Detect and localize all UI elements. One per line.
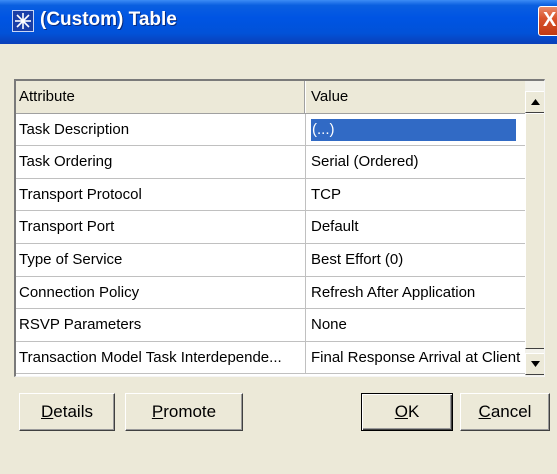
column-header-value[interactable]: Value xyxy=(306,81,525,113)
table-row[interactable]: Transport Protocol TCP xyxy=(16,178,525,212)
table-row[interactable]: Transaction Model Task Interdepende... F… xyxy=(16,341,525,375)
window-title: (Custom) Table xyxy=(40,9,177,30)
attribute-cell: Transport Protocol xyxy=(16,178,306,211)
promote-mnemonic: P xyxy=(151,402,164,421)
value-cell[interactable]: TCP xyxy=(306,179,525,211)
table-row[interactable]: Transport Port Default xyxy=(16,211,525,244)
table-row[interactable]: Connection Policy Refresh After Applicat… xyxy=(16,276,525,310)
scroll-down-button[interactable] xyxy=(525,353,544,375)
attribute-cell: Type of Service xyxy=(16,243,306,276)
value-cell[interactable]: Default xyxy=(306,211,525,243)
scroll-thumb[interactable] xyxy=(525,113,544,349)
cancel-mnemonic: C xyxy=(478,402,491,421)
value-cell[interactable]: Best Effort (0) xyxy=(306,244,525,276)
table-row[interactable]: Task Ordering Serial (Ordered) xyxy=(16,146,525,179)
attribute-cell: Task Ordering xyxy=(16,146,306,178)
promote-label: romote xyxy=(163,402,217,421)
value-cell[interactable]: Serial (Ordered) xyxy=(306,146,525,178)
attribute-cell: Connection Policy xyxy=(16,276,306,309)
table-row[interactable]: Type of Service Best Effort (0) xyxy=(16,243,525,277)
attribute-cell: Transport Port xyxy=(16,211,306,243)
ok-label: K xyxy=(407,402,420,421)
selected-value[interactable]: (...) xyxy=(311,118,516,141)
table-body: Attribute Value Task Description (...) T… xyxy=(16,81,525,375)
table-row[interactable]: RSVP Parameters None xyxy=(16,309,525,342)
close-button[interactable]: X xyxy=(538,6,557,36)
value-cell[interactable]: (...) xyxy=(306,114,525,146)
arrow-up-icon xyxy=(531,99,540,105)
title-bar[interactable]: (Custom) Table X xyxy=(0,0,557,44)
close-icon: X xyxy=(543,9,557,31)
attribute-table[interactable]: Attribute Value Task Description (...) T… xyxy=(14,79,545,377)
value-cell[interactable]: Final Response Arrival at Client xyxy=(306,342,525,374)
table-row[interactable]: Task Description (...) xyxy=(16,113,525,147)
vertical-scrollbar[interactable] xyxy=(525,81,544,376)
cancel-button[interactable]: Cancel xyxy=(460,393,550,431)
cancel-label: ancel xyxy=(490,402,532,421)
attribute-cell: RSVP Parameters xyxy=(16,309,306,341)
ok-mnemonic: O xyxy=(394,402,408,421)
table-header-row: Attribute Value xyxy=(16,81,525,114)
app-star-icon xyxy=(12,10,34,32)
value-cell[interactable]: None xyxy=(306,309,525,341)
details-mnemonic: D xyxy=(41,402,54,421)
column-header-attribute[interactable]: Attribute xyxy=(16,81,306,113)
ok-button[interactable]: OK xyxy=(361,393,453,431)
details-button[interactable]: Details xyxy=(19,393,115,431)
attribute-cell: Transaction Model Task Interdepende... xyxy=(16,341,306,374)
attribute-cell: Task Description xyxy=(16,113,306,146)
arrow-down-icon xyxy=(531,361,540,367)
scroll-up-button[interactable] xyxy=(525,91,544,113)
promote-button[interactable]: Promote xyxy=(125,393,243,431)
value-cell[interactable]: Refresh After Application xyxy=(306,277,525,309)
details-label: etails xyxy=(53,402,93,421)
